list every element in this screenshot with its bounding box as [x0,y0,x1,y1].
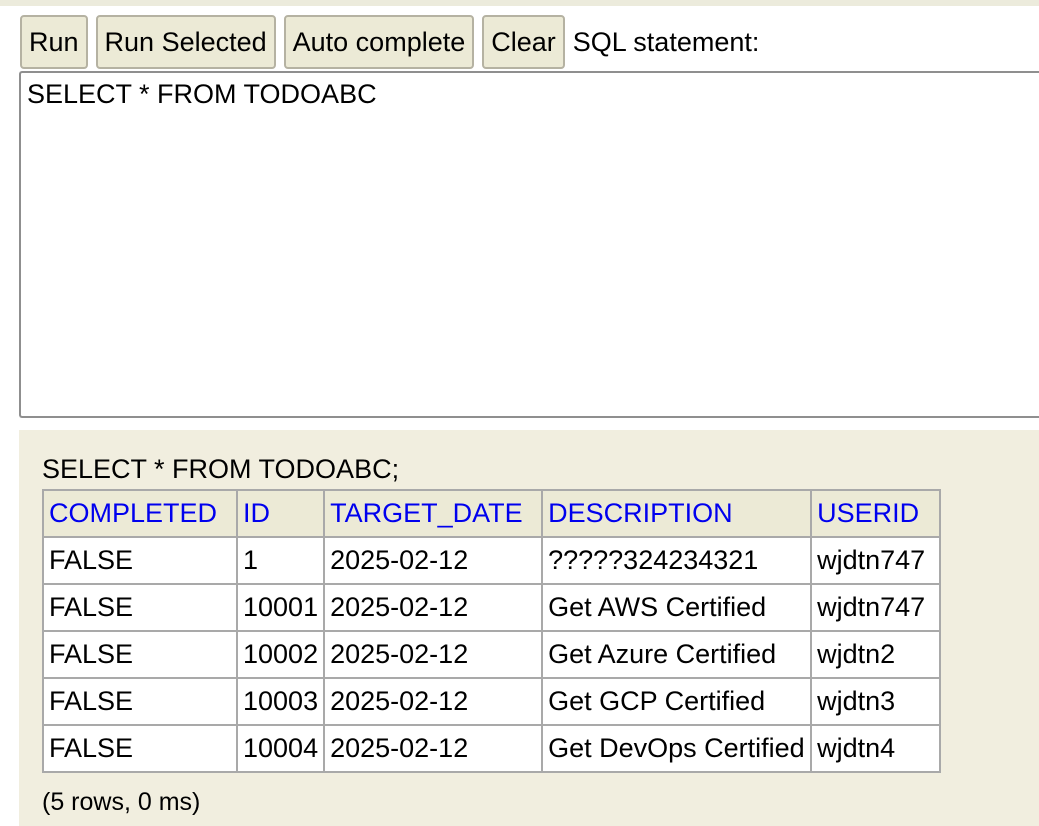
cell-id: 10001 [235,583,326,632]
column-header-description[interactable]: DESCRIPTION [541,489,813,538]
result-table: COMPLETED ID TARGET_DATE DESCRIPTION USE… [42,489,942,773]
table-row: FALSE 1 2025-02-12 ?????324234321 wjdtn7… [42,536,942,585]
query-toolbar: Run Run Selected Auto complete Clear SQL… [20,15,759,69]
cell-completed: FALSE [42,724,238,773]
cell-description: Get DevOps Certified [541,724,813,773]
auto-complete-button[interactable]: Auto complete [283,15,475,69]
cell-description: Get AWS Certified [541,583,813,632]
cell-target-date: 2025-02-12 [323,536,544,585]
cell-target-date: 2025-02-12 [323,583,544,632]
table-row: FALSE 10002 2025-02-12 Get Azure Certifi… [42,630,942,679]
cell-description: Get GCP Certified [541,677,813,726]
cell-completed: FALSE [42,677,238,726]
table-header-row: COMPLETED ID TARGET_DATE DESCRIPTION USE… [42,489,942,538]
run-selected-button[interactable]: Run Selected [95,15,276,69]
sql-statement-label: SQL statement: [572,26,760,57]
column-header-target-date[interactable]: TARGET_DATE [323,489,544,538]
result-summary: (5 rows, 0 ms) [42,788,201,816]
clear-button[interactable]: Clear [482,15,565,69]
cell-id: 10002 [235,630,326,679]
table-row: FALSE 10003 2025-02-12 Get GCP Certified… [42,677,942,726]
cell-userid: wjdtn747 [810,536,942,585]
cell-description: ?????324234321 [541,536,813,585]
top-strip [0,0,1039,6]
cell-target-date: 2025-02-12 [323,724,544,773]
cell-completed: FALSE [42,536,238,585]
cell-id: 10003 [235,677,326,726]
table-row: FALSE 10004 2025-02-12 Get DevOps Certif… [42,724,942,773]
cell-userid: wjdtn747 [810,583,942,632]
cell-id: 10004 [235,724,326,773]
column-header-id[interactable]: ID [235,489,326,538]
executed-sql: SELECT * FROM TODOABC; [42,454,400,484]
run-button[interactable]: Run [20,15,88,69]
cell-target-date: 2025-02-12 [323,630,544,679]
cell-description: Get Azure Certified [541,630,813,679]
cell-target-date: 2025-02-12 [323,677,544,726]
cell-userid: wjdtn2 [810,630,942,679]
table-row: FALSE 10001 2025-02-12 Get AWS Certified… [42,583,942,632]
column-header-completed[interactable]: COMPLETED [42,489,238,538]
cell-id: 1 [235,536,326,585]
cell-completed: FALSE [42,583,238,632]
column-header-userid[interactable]: USERID [810,489,942,538]
cell-userid: wjdtn3 [810,677,942,726]
cell-completed: FALSE [42,630,238,679]
cell-userid: wjdtn4 [810,724,942,773]
results-panel: SELECT * FROM TODOABC; COMPLETED ID TARG… [19,430,1039,826]
sql-editor[interactable]: SELECT * FROM TODOABC [19,71,1039,418]
